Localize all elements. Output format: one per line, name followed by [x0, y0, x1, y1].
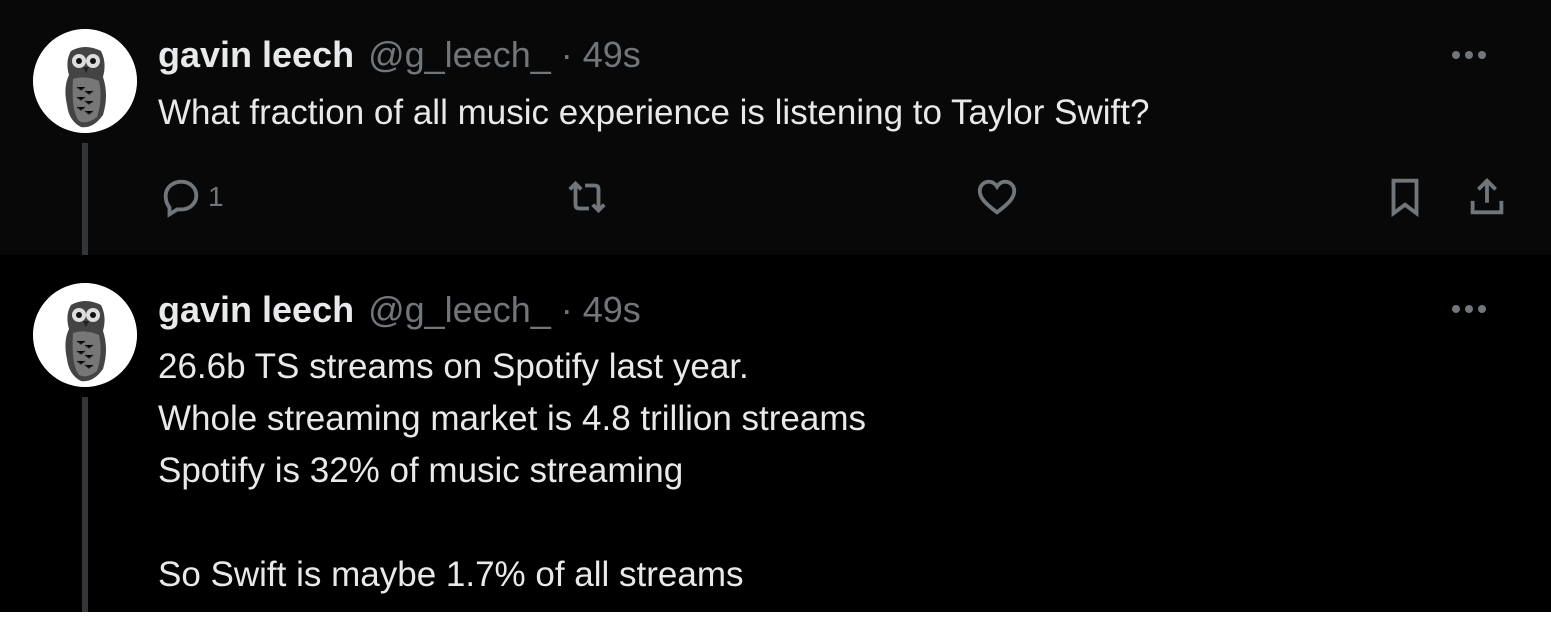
share-icon — [1470, 177, 1504, 215]
thread-line — [82, 397, 88, 613]
tweet-header: gavin leech @g_leech_ · 49s — [158, 31, 641, 79]
retweet-button[interactable] — [564, 172, 610, 222]
owl-avatar-icon — [33, 283, 137, 387]
tweet-2[interactable]: gavin leech @g_leech_ · 49s 26.6b TS str… — [0, 255, 1551, 613]
tweet-header: gavin leech @g_leech_ · 49s — [158, 286, 641, 334]
tweet-1[interactable]: gavin leech @g_leech_ · 49s What fractio… — [0, 0, 1551, 255]
tweet-text: What fraction of all music experience is… — [158, 93, 1150, 132]
share-button[interactable] — [1464, 172, 1510, 222]
reply-button[interactable]: 1 — [158, 172, 224, 222]
like-button[interactable] — [974, 172, 1020, 222]
owl-avatar-icon — [33, 29, 137, 133]
tweet-text: 26.6b TS streams on Spotify last year. W… — [158, 347, 866, 594]
more-horizontal-icon — [1452, 305, 1486, 313]
reply-icon — [163, 179, 199, 218]
bottom-edge — [0, 612, 1551, 644]
heart-icon — [977, 179, 1017, 215]
more-options-button[interactable] — [1451, 291, 1487, 327]
author-name[interactable]: gavin leech — [158, 34, 354, 76]
tweet-actions: 1 — [158, 172, 1518, 222]
author-name[interactable]: gavin leech — [158, 289, 354, 331]
reply-count: 1 — [208, 181, 224, 212]
more-options-button[interactable] — [1451, 37, 1487, 73]
separator-dot: · — [560, 289, 573, 330]
avatar[interactable] — [33, 283, 137, 387]
bookmark-button[interactable] — [1382, 172, 1428, 222]
author-handle[interactable]: @g_leech_ — [368, 34, 551, 76]
avatar[interactable] — [33, 29, 137, 133]
separator-dot: · — [560, 34, 573, 75]
retweet-icon — [568, 180, 606, 214]
timestamp[interactable]: 49s — [583, 289, 641, 331]
bookmark-icon — [1391, 178, 1419, 218]
author-handle[interactable]: @g_leech_ — [368, 289, 551, 331]
more-horizontal-icon — [1452, 51, 1486, 59]
thread-line — [82, 143, 88, 255]
timestamp[interactable]: 49s — [583, 34, 641, 76]
